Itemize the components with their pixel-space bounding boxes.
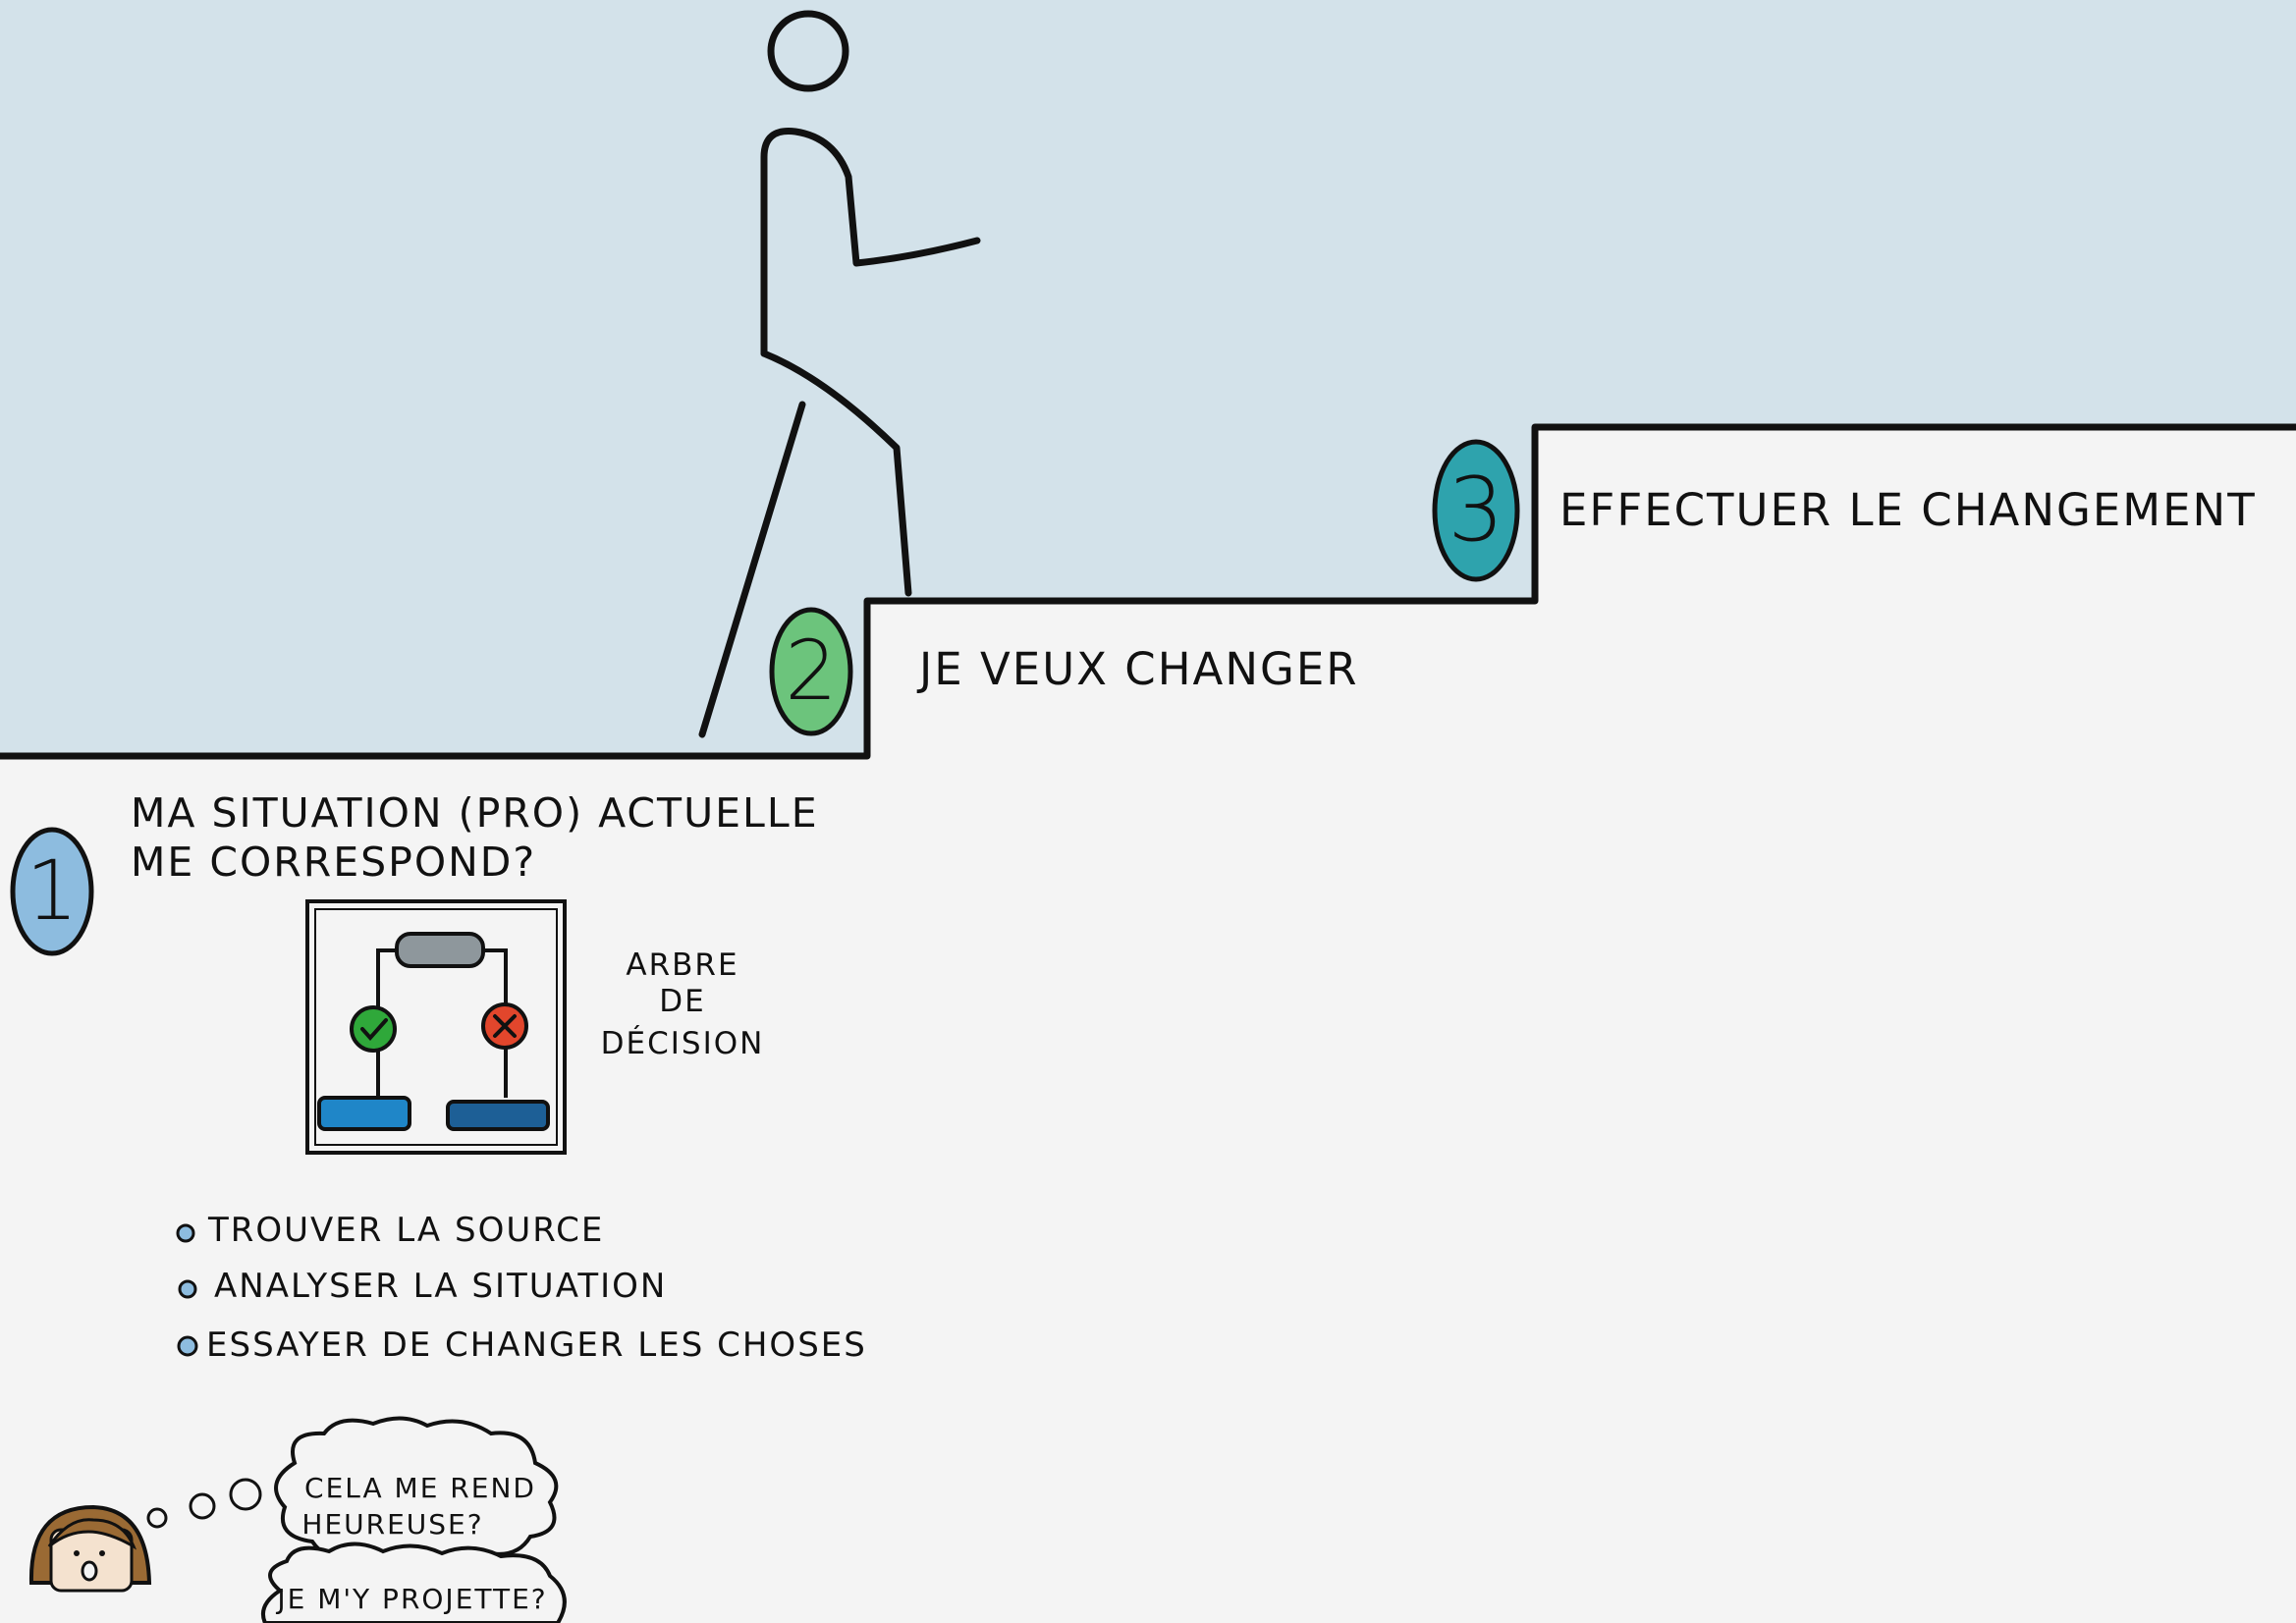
step-3-number: 3 — [1448, 459, 1503, 562]
bullet-icon — [177, 1335, 198, 1357]
decision-tree-illustration — [305, 899, 567, 1155]
action-item-2: ANALYSER LA SITUATION — [214, 1267, 667, 1306]
tree-right-leaf — [446, 1100, 550, 1131]
step-3-title: EFFECTUER LE CHANGEMENT — [1559, 484, 2257, 536]
step-2-number: 2 — [785, 622, 837, 719]
bullet-icon — [178, 1279, 197, 1299]
thought-bubble-1: CELA ME REND HEUREUSE? — [274, 1416, 559, 1566]
tree-left-leaf — [317, 1096, 411, 1131]
decision-tree-label-line-2: DE — [659, 984, 705, 1019]
thought-bubble-2: JE M'Y PROJETTE? — [260, 1542, 567, 1623]
step-1-title-line-2: ME CORRESPOND? — [131, 839, 536, 886]
step-1-title-line-1: MA SITUATION (PRO) ACTUELLE — [131, 789, 819, 837]
action-item-3: ESSAYER DE CHANGER LES CHOSES — [206, 1325, 867, 1365]
tree-root-node — [395, 932, 485, 968]
thought-1-line-2: HEUREUSE? — [301, 1508, 483, 1541]
decision-tree-label-line-3: DÉCISION — [601, 1026, 765, 1061]
career-change-staircase-diagram: 1 MA SITUATION (PRO) ACTUELLE ME CORRESP… — [0, 0, 2296, 1623]
decision-tree-label-line-1: ARBRE — [626, 947, 738, 983]
thought-2-line-1: JE M'Y PROJETTE? — [275, 1583, 547, 1615]
step-2-title: JE VEUX CHANGER — [916, 643, 1359, 695]
action-item-1: TROUVER LA SOURCE — [207, 1211, 604, 1250]
thought-1-line-1: CELA ME REND — [304, 1472, 536, 1504]
step-1-number: 1 — [26, 842, 78, 939]
bullet-icon — [176, 1223, 195, 1243]
check-icon — [350, 1005, 397, 1053]
